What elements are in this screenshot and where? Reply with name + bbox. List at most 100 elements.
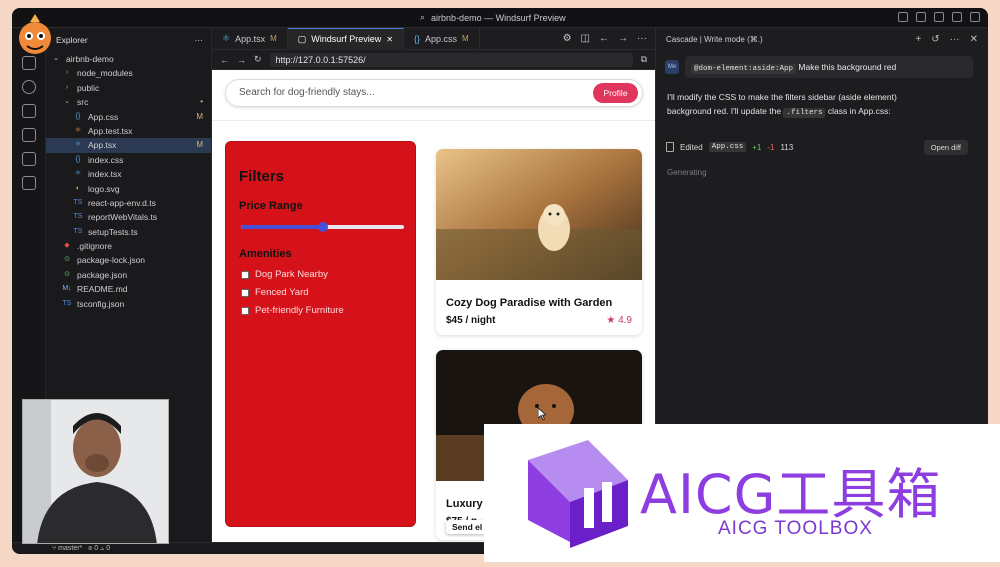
checkbox[interactable] bbox=[241, 306, 249, 315]
remote-icon[interactable] bbox=[21, 152, 36, 166]
tree-item[interactable]: ◐ logo.svg bbox=[46, 182, 211, 196]
profile-button[interactable]: Profile bbox=[593, 83, 638, 103]
title-center: ⌕ airbnb-demo — Windsurf Preview bbox=[420, 12, 566, 23]
toggle-panel-icon[interactable] bbox=[916, 12, 926, 22]
assistant-text: background red. I'll update the bbox=[667, 106, 782, 116]
tree-item[interactable]: ⊙ package-lock.json bbox=[46, 253, 211, 267]
forward-arrow-icon[interactable]: → bbox=[618, 33, 628, 44]
warning-count[interactable]: 0 bbox=[106, 545, 110, 552]
settings-gear-icon[interactable]: ⚙ bbox=[563, 33, 572, 44]
edited-file[interactable]: App.css bbox=[708, 142, 747, 152]
layout-icon[interactable] bbox=[952, 12, 962, 22]
git-status-badge: M bbox=[196, 111, 203, 121]
search-icon[interactable]: ⌕ bbox=[420, 12, 425, 23]
chevron-down-icon: ⌄ bbox=[64, 98, 70, 106]
toggle-secondary-icon[interactable] bbox=[934, 12, 944, 22]
tree-item[interactable]: ⚛ index.tsx bbox=[46, 167, 211, 181]
react-file-icon: ⚛ bbox=[222, 33, 231, 43]
explorer-header: Explorer ··· bbox=[46, 28, 211, 52]
watermark-overlay: AICG工具箱 AICG TOOLBOX bbox=[484, 424, 1000, 562]
more-actions-icon[interactable]: ··· bbox=[637, 33, 647, 44]
account-icon[interactable] bbox=[970, 12, 980, 22]
reload-icon[interactable]: ↻ bbox=[254, 54, 262, 65]
price-range-slider[interactable] bbox=[241, 222, 404, 232]
tree-item-label: react-app-env.d.ts bbox=[88, 197, 156, 208]
send-element-button[interactable]: Send el bbox=[446, 520, 489, 534]
tab-windsurf-preview[interactable]: ▢ Windsurf Preview ✕ bbox=[287, 27, 405, 50]
checkbox[interactable] bbox=[241, 270, 249, 279]
url-input[interactable]: http://127.0.0.1:57526/ bbox=[269, 52, 633, 67]
forward-arrow-icon[interactable]: → bbox=[237, 55, 246, 65]
checkbox-fenced-yard[interactable]: Fenced Yard bbox=[241, 287, 309, 298]
tree-item[interactable]: TS reportWebVitals.ts bbox=[46, 210, 211, 224]
tree-item[interactable]: › public bbox=[46, 81, 211, 95]
open-external-icon[interactable]: ⧉ bbox=[641, 54, 647, 65]
search-icon[interactable] bbox=[21, 80, 36, 94]
tree-item[interactable]: ◆ .gitignore bbox=[46, 239, 211, 253]
tree-item[interactable]: M↓ README.md bbox=[46, 282, 211, 296]
toggle-sidebar-icon[interactable] bbox=[898, 12, 908, 22]
tree-item[interactable]: TS setupTests.ts bbox=[46, 225, 211, 239]
back-arrow-icon[interactable]: ← bbox=[220, 55, 229, 65]
tree-item[interactable]: TS tsconfig.json bbox=[46, 297, 211, 311]
tree-item[interactable]: TS react-app-env.d.ts bbox=[46, 196, 211, 210]
cascade-header: Cascade | Write mode (⌘.) + ↺ ··· ✕ bbox=[656, 28, 988, 50]
preview-url-bar: ← → ↻ http://127.0.0.1:57526/ ⧉ bbox=[212, 50, 655, 70]
extensions-icon[interactable] bbox=[21, 176, 36, 190]
tree-item[interactable]: {} index.css bbox=[46, 153, 211, 167]
back-arrow-icon[interactable]: ← bbox=[599, 33, 609, 44]
dom-element-mention[interactable]: @dom-element:aside:App bbox=[691, 64, 797, 74]
line-number: 113 bbox=[780, 142, 794, 152]
tree-item[interactable]: ⚛ App.tsx M bbox=[46, 138, 211, 153]
explorer-icon[interactable] bbox=[21, 56, 36, 70]
branch-name[interactable]: master* bbox=[58, 545, 82, 552]
listing-title: Cozy Dog Paradise with Garden bbox=[446, 297, 613, 309]
history-icon[interactable]: ↺ bbox=[931, 34, 939, 45]
tree-item[interactable]: ⊙ package.json bbox=[46, 268, 211, 282]
slider-thumb[interactable] bbox=[317, 222, 328, 232]
listing-image bbox=[436, 149, 642, 280]
run-debug-icon[interactable] bbox=[21, 128, 36, 142]
modified-indicator: M bbox=[462, 34, 469, 43]
chevron-right-icon: › bbox=[65, 69, 69, 77]
open-diff-button[interactable]: Open diff bbox=[923, 139, 968, 155]
css-file-icon: {} bbox=[75, 112, 81, 120]
filters-sidebar[interactable]: Filters Price Range Amenities Dog Park N… bbox=[225, 141, 416, 527]
branch-icon[interactable]: ⑂ bbox=[52, 545, 56, 552]
editor-tools: ⚙ ◫ ← → ··· bbox=[563, 33, 655, 44]
more-actions-icon[interactable]: ··· bbox=[950, 34, 960, 45]
tree-item[interactable]: {} App.css M bbox=[46, 110, 211, 124]
tree-item[interactable]: ⌄ src • bbox=[46, 95, 211, 109]
slider-fill bbox=[241, 225, 323, 229]
user-message-body: @dom-element:aside:App Make this backgro… bbox=[685, 56, 973, 78]
tree-item-label: package-lock.json bbox=[77, 255, 146, 266]
checkbox-label: Fenced Yard bbox=[255, 287, 309, 298]
tab-app-tsx[interactable]: ⚛ App.tsx M bbox=[212, 27, 288, 50]
tree-item[interactable]: › node_modules bbox=[46, 66, 211, 80]
tree-item[interactable]: ⚛ App.test.tsx bbox=[46, 124, 211, 138]
more-actions-icon[interactable]: ··· bbox=[195, 28, 204, 52]
tab-bar: ⚛ App.tsx M ▢ Windsurf Preview ✕ {} App.css M … bbox=[212, 27, 655, 50]
search-bar[interactable]: Search for dog-friendly stays... Profile bbox=[225, 79, 643, 107]
error-count[interactable]: 0 bbox=[94, 545, 98, 552]
price-range-label: Price Range bbox=[239, 200, 303, 212]
edit-summary: Edited App.css +1 -1 113 Open diff bbox=[666, 137, 968, 157]
plus-icon[interactable]: + bbox=[915, 34, 921, 45]
project-folder[interactable]: ⌄ airbnb-demo bbox=[46, 52, 211, 66]
close-icon[interactable]: ✕ bbox=[386, 35, 393, 44]
split-editor-icon[interactable]: ◫ bbox=[581, 33, 590, 44]
checkbox-dog-park[interactable]: Dog Park Nearby bbox=[241, 269, 328, 280]
close-icon[interactable]: ✕ bbox=[970, 34, 978, 45]
tab-app-css[interactable]: {} App.css M bbox=[404, 27, 480, 50]
listing-card[interactable]: Cozy Dog Paradise with Garden $45 / nigh… bbox=[436, 149, 642, 335]
checkbox-pet-furniture[interactable]: Pet-friendly Furniture bbox=[241, 305, 344, 316]
ts-file-icon: TS bbox=[62, 299, 72, 307]
source-control-icon[interactable] bbox=[21, 104, 36, 118]
checkbox[interactable] bbox=[241, 288, 249, 297]
git-file-icon: ◆ bbox=[64, 242, 70, 250]
tree-item-label: tsconfig.json bbox=[77, 298, 125, 309]
warning-icon: ⚠ bbox=[100, 545, 105, 552]
tree-item-label: App.css bbox=[88, 111, 119, 122]
react-file-icon: ⚛ bbox=[74, 141, 82, 149]
code-span: .filters bbox=[783, 108, 826, 118]
